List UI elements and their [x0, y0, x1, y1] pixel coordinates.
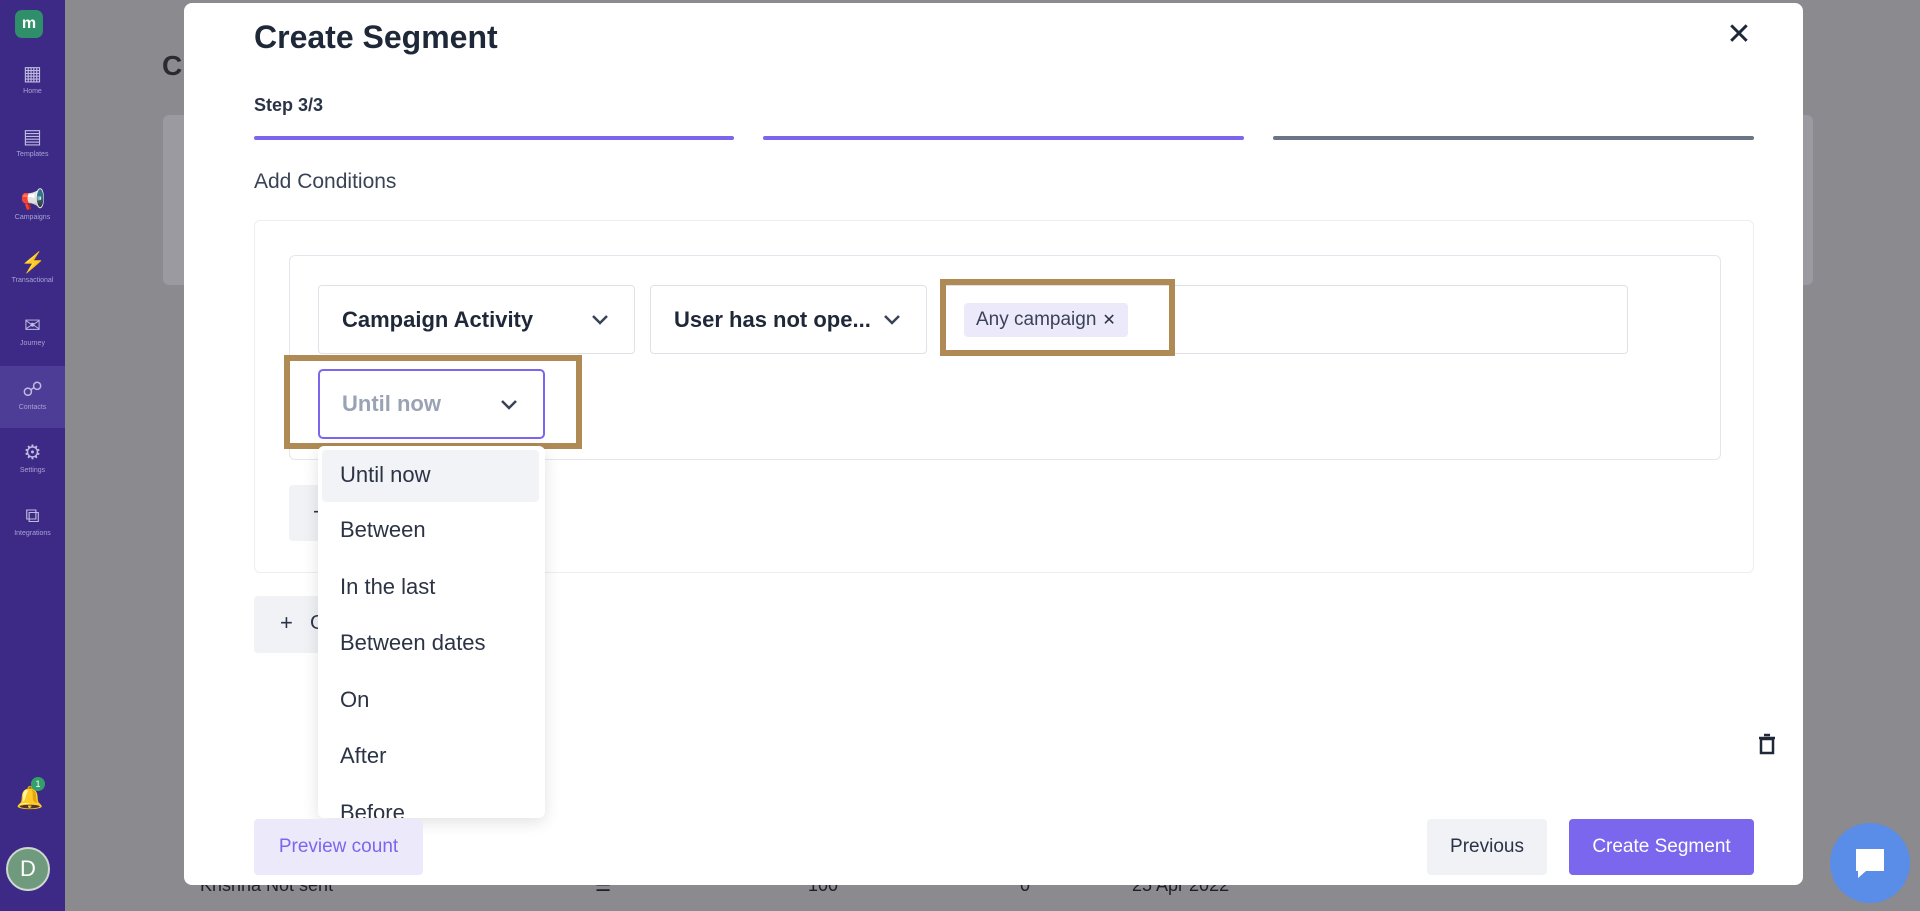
operator-select[interactable]: User has not ope...	[650, 285, 927, 354]
gear-icon: ⚙	[23, 442, 42, 464]
timeframe-option-in-the-last[interactable]: In the last	[318, 559, 545, 616]
sidebar-item-templates[interactable]: ▤ Templates	[0, 113, 65, 175]
step-bar-1	[254, 136, 734, 140]
sidebar-item-settings[interactable]: ⚙ Settings	[0, 429, 65, 491]
notification-badge: 1	[31, 777, 45, 791]
highlight-box-tag	[940, 279, 1175, 356]
sidebar-item-home[interactable]: ▦ Home	[0, 50, 65, 112]
sidebar-item-transactional[interactable]: ⚡ Transactional	[0, 239, 65, 301]
journey-icon: ✉	[24, 315, 41, 337]
sidebar-item-label: Contacts	[18, 404, 47, 411]
step-bar-2	[763, 136, 1244, 140]
field-select[interactable]: Campaign Activity	[318, 285, 635, 354]
timeframe-option-before[interactable]: Before	[318, 785, 545, 818]
sidebar-item-label: Campaigns	[14, 214, 51, 221]
sidebar-item-integrations[interactable]: ⧉ Integrations	[0, 492, 65, 554]
timeframe-option-until-now[interactable]: Until now	[322, 450, 539, 502]
timeframe-option-on[interactable]: On	[318, 672, 545, 729]
section-title: Add Conditions	[254, 170, 397, 193]
app-logo[interactable]: m	[15, 10, 43, 38]
contacts-icon: ☍	[22, 379, 43, 401]
sidebar-item-label: Templates	[16, 151, 49, 158]
preview-count-button[interactable]: Preview count	[254, 819, 423, 875]
timeframe-dropdown: Until now Between In the last Between da…	[318, 446, 545, 818]
chevron-down-icon	[589, 286, 613, 353]
page-title: C	[162, 50, 183, 81]
step-indicator: Step 3/3	[254, 95, 324, 115]
highlight-box-timeframe	[284, 355, 582, 449]
modal-title: Create Segment	[254, 19, 498, 55]
template-icon: ▤	[23, 126, 42, 148]
chat-widget-button[interactable]	[1830, 823, 1910, 903]
avatar[interactable]: D	[6, 847, 50, 891]
step-bar-3	[1273, 136, 1754, 140]
bolt-icon: ⚡	[20, 252, 46, 274]
sidebar-item-label: Settings	[19, 467, 46, 474]
timeframe-option-between-dates[interactable]: Between dates	[318, 615, 545, 672]
chat-icon	[1856, 849, 1884, 878]
plus-icon: +	[280, 610, 293, 635]
create-segment-button[interactable]: Create Segment	[1569, 819, 1754, 875]
sidebar-item-journey[interactable]: ✉ Journey	[0, 302, 65, 364]
sidebar-item-contacts[interactable]: ☍ Contacts	[0, 366, 65, 428]
sidebar-item-label: Transactional	[11, 277, 54, 284]
sidebar-item-campaigns[interactable]: 📢 Campaigns	[0, 176, 65, 238]
timeframe-option-after[interactable]: After	[318, 728, 545, 785]
sidebar-item-label: Integrations	[14, 530, 51, 537]
chevron-down-icon	[881, 286, 905, 353]
field-select-value: Campaign Activity	[342, 307, 534, 332]
previous-button[interactable]: Previous	[1427, 819, 1547, 875]
create-segment-modal: Create Segment ✕ Step 3/3 Add Conditions…	[184, 3, 1803, 885]
sidebar-item-label: Journey	[20, 340, 45, 347]
notification-bell[interactable]: 🔔 1	[16, 777, 45, 815]
close-icon: ✕	[1726, 18, 1752, 51]
close-button[interactable]: ✕	[1723, 19, 1755, 51]
sidebar: m ▦ Home ▤ Templates 📢 Campaigns ⚡ Trans…	[0, 0, 65, 911]
megaphone-icon: 📢	[20, 189, 46, 211]
trash-icon	[1759, 733, 1775, 755]
sidebar-item-label: Home	[23, 88, 42, 95]
timeframe-option-between[interactable]: Between	[318, 502, 545, 559]
dashboard-icon: ▦	[23, 63, 42, 85]
integrations-icon: ⧉	[25, 505, 40, 527]
operator-select-value: User has not ope...	[674, 307, 871, 332]
delete-group-button[interactable]	[1757, 733, 1783, 759]
